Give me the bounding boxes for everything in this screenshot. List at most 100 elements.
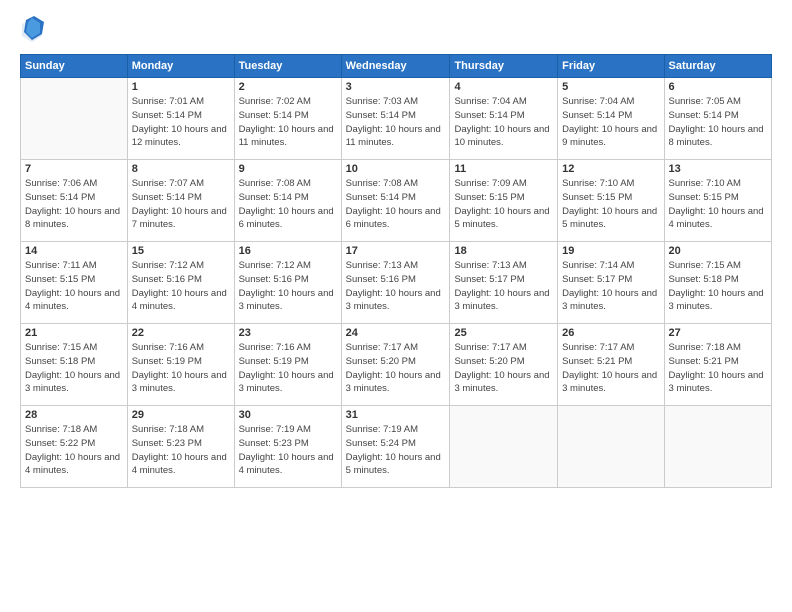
- calendar-cell: 3 Sunrise: 7:03 AMSunset: 5:14 PMDaylight…: [341, 78, 450, 160]
- calendar-cell: 31 Sunrise: 7:19 AMSunset: 5:24 PMDayligh…: [341, 406, 450, 488]
- day-number: 27: [669, 327, 767, 339]
- day-number: 2: [239, 81, 337, 93]
- logo: [20, 16, 48, 44]
- calendar-cell: [664, 406, 771, 488]
- calendar-week-row: 14 Sunrise: 7:11 AMSunset: 5:15 PMDayligh…: [21, 242, 772, 324]
- day-number: 9: [239, 163, 337, 175]
- day-info: Sunrise: 7:10 AMSunset: 5:15 PMDaylight:…: [669, 177, 767, 232]
- calendar-cell: 28 Sunrise: 7:18 AMSunset: 5:22 PMDayligh…: [21, 406, 128, 488]
- weekday-header: Friday: [558, 55, 664, 78]
- day-info: Sunrise: 7:13 AMSunset: 5:17 PMDaylight:…: [454, 259, 553, 314]
- calendar-cell: 18 Sunrise: 7:13 AMSunset: 5:17 PMDayligh…: [450, 242, 558, 324]
- calendar-cell: [450, 406, 558, 488]
- calendar-cell: 2 Sunrise: 7:02 AMSunset: 5:14 PMDaylight…: [234, 78, 341, 160]
- day-info: Sunrise: 7:02 AMSunset: 5:14 PMDaylight:…: [239, 95, 337, 150]
- header: [20, 16, 772, 44]
- day-number: 21: [25, 327, 123, 339]
- day-number: 8: [132, 163, 230, 175]
- day-number: 16: [239, 245, 337, 257]
- calendar-cell: 7Sunrise: 7:06 AMSunset: 5:14 PMDaylight…: [21, 160, 128, 242]
- calendar-cell: 11 Sunrise: 7:09 AMSunset: 5:15 PMDayligh…: [450, 160, 558, 242]
- calendar-cell: 20Sunrise: 7:15 AMSunset: 5:18 PMDayligh…: [664, 242, 771, 324]
- calendar-cell: 21 Sunrise: 7:15 AMSunset: 5:18 PMDayligh…: [21, 324, 128, 406]
- calendar-week-row: 21 Sunrise: 7:15 AMSunset: 5:18 PMDayligh…: [21, 324, 772, 406]
- day-info: Sunrise: 7:09 AMSunset: 5:15 PMDaylight:…: [454, 177, 553, 232]
- weekday-header: Saturday: [664, 55, 771, 78]
- day-info: Sunrise: 7:18 AMSunset: 5:22 PMDaylight:…: [25, 423, 123, 478]
- calendar-table: SundayMondayTuesdayWednesdayThursdayFrid…: [20, 54, 772, 488]
- day-number: 31: [346, 409, 446, 421]
- day-number: 11: [454, 163, 553, 175]
- weekday-header: Wednesday: [341, 55, 450, 78]
- day-number: 15: [132, 245, 230, 257]
- day-info: Sunrise: 7:17 AMSunset: 5:20 PMDaylight:…: [346, 341, 446, 396]
- calendar-cell: 9 Sunrise: 7:08 AMSunset: 5:14 PMDaylight…: [234, 160, 341, 242]
- calendar-week-row: 28 Sunrise: 7:18 AMSunset: 5:22 PMDayligh…: [21, 406, 772, 488]
- day-number: 14: [25, 245, 123, 257]
- day-info: Sunrise: 7:19 AMSunset: 5:24 PMDaylight:…: [346, 423, 446, 478]
- day-number: 5: [562, 81, 659, 93]
- calendar-cell: 15Sunrise: 7:12 AMSunset: 5:16 PMDayligh…: [127, 242, 234, 324]
- day-number: 25: [454, 327, 553, 339]
- day-info: Sunrise: 7:19 AMSunset: 5:23 PMDaylight:…: [239, 423, 337, 478]
- day-info: Sunrise: 7:05 AMSunset: 5:14 PMDaylight:…: [669, 95, 767, 150]
- day-info: Sunrise: 7:11 AMSunset: 5:15 PMDaylight:…: [25, 259, 123, 314]
- day-info: Sunrise: 7:08 AMSunset: 5:14 PMDaylight:…: [239, 177, 337, 232]
- calendar-cell: 22 Sunrise: 7:16 AMSunset: 5:19 PMDayligh…: [127, 324, 234, 406]
- day-info: Sunrise: 7:17 AMSunset: 5:20 PMDaylight:…: [454, 341, 553, 396]
- calendar-week-row: 1 Sunrise: 7:01 AMSunset: 5:14 PMDaylight…: [21, 78, 772, 160]
- day-number: 13: [669, 163, 767, 175]
- calendar-cell: 6 Sunrise: 7:05 AMSunset: 5:14 PMDaylight…: [664, 78, 771, 160]
- day-info: Sunrise: 7:15 AMSunset: 5:18 PMDaylight:…: [25, 341, 123, 396]
- calendar-cell: 17Sunrise: 7:13 AMSunset: 5:16 PMDayligh…: [341, 242, 450, 324]
- day-number: 26: [562, 327, 659, 339]
- weekday-header: Thursday: [450, 55, 558, 78]
- day-info: Sunrise: 7:16 AMSunset: 5:19 PMDaylight:…: [239, 341, 337, 396]
- calendar-cell: 23 Sunrise: 7:16 AMSunset: 5:19 PMDayligh…: [234, 324, 341, 406]
- calendar-cell: 27 Sunrise: 7:18 AMSunset: 5:21 PMDayligh…: [664, 324, 771, 406]
- day-number: 28: [25, 409, 123, 421]
- day-info: Sunrise: 7:18 AMSunset: 5:21 PMDaylight:…: [669, 341, 767, 396]
- day-info: Sunrise: 7:07 AMSunset: 5:14 PMDaylight:…: [132, 177, 230, 232]
- day-info: Sunrise: 7:13 AMSunset: 5:16 PMDaylight:…: [346, 259, 446, 314]
- day-info: Sunrise: 7:01 AMSunset: 5:14 PMDaylight:…: [132, 95, 230, 150]
- day-number: 6: [669, 81, 767, 93]
- calendar-cell: [21, 78, 128, 160]
- calendar-cell: 4 Sunrise: 7:04 AMSunset: 5:14 PMDaylight…: [450, 78, 558, 160]
- calendar-cell: 24Sunrise: 7:17 AMSunset: 5:20 PMDayligh…: [341, 324, 450, 406]
- day-number: 30: [239, 409, 337, 421]
- day-number: 20: [669, 245, 767, 257]
- day-info: Sunrise: 7:08 AMSunset: 5:14 PMDaylight:…: [346, 177, 446, 232]
- day-info: Sunrise: 7:18 AMSunset: 5:23 PMDaylight:…: [132, 423, 230, 478]
- day-info: Sunrise: 7:04 AMSunset: 5:14 PMDaylight:…: [562, 95, 659, 150]
- day-number: 10: [346, 163, 446, 175]
- day-number: 1: [132, 81, 230, 93]
- calendar-cell: 5 Sunrise: 7:04 AMSunset: 5:14 PMDaylight…: [558, 78, 664, 160]
- calendar-cell: 26 Sunrise: 7:17 AMSunset: 5:21 PMDayligh…: [558, 324, 664, 406]
- day-number: 22: [132, 327, 230, 339]
- calendar-cell: 8 Sunrise: 7:07 AMSunset: 5:14 PMDaylight…: [127, 160, 234, 242]
- day-info: Sunrise: 7:16 AMSunset: 5:19 PMDaylight:…: [132, 341, 230, 396]
- calendar-week-row: 7Sunrise: 7:06 AMSunset: 5:14 PMDaylight…: [21, 160, 772, 242]
- calendar-cell: 16 Sunrise: 7:12 AMSunset: 5:16 PMDayligh…: [234, 242, 341, 324]
- calendar-cell: 19Sunrise: 7:14 AMSunset: 5:17 PMDayligh…: [558, 242, 664, 324]
- day-number: 3: [346, 81, 446, 93]
- day-info: Sunrise: 7:14 AMSunset: 5:17 PMDaylight:…: [562, 259, 659, 314]
- day-number: 18: [454, 245, 553, 257]
- day-info: Sunrise: 7:04 AMSunset: 5:14 PMDaylight:…: [454, 95, 553, 150]
- weekday-header-row: SundayMondayTuesdayWednesdayThursdayFrid…: [21, 55, 772, 78]
- day-number: 12: [562, 163, 659, 175]
- weekday-header: Sunday: [21, 55, 128, 78]
- calendar-cell: 25 Sunrise: 7:17 AMSunset: 5:20 PMDayligh…: [450, 324, 558, 406]
- calendar-cell: 12Sunrise: 7:10 AMSunset: 5:15 PMDayligh…: [558, 160, 664, 242]
- page: SundayMondayTuesdayWednesdayThursdayFrid…: [0, 0, 792, 612]
- day-number: 23: [239, 327, 337, 339]
- day-info: Sunrise: 7:12 AMSunset: 5:16 PMDaylight:…: [239, 259, 337, 314]
- calendar-cell: 10 Sunrise: 7:08 AMSunset: 5:14 PMDayligh…: [341, 160, 450, 242]
- day-info: Sunrise: 7:17 AMSunset: 5:21 PMDaylight:…: [562, 341, 659, 396]
- calendar-cell: [558, 406, 664, 488]
- day-number: 4: [454, 81, 553, 93]
- day-info: Sunrise: 7:03 AMSunset: 5:14 PMDaylight:…: [346, 95, 446, 150]
- logo-icon: [20, 16, 44, 44]
- calendar-cell: 13 Sunrise: 7:10 AMSunset: 5:15 PMDayligh…: [664, 160, 771, 242]
